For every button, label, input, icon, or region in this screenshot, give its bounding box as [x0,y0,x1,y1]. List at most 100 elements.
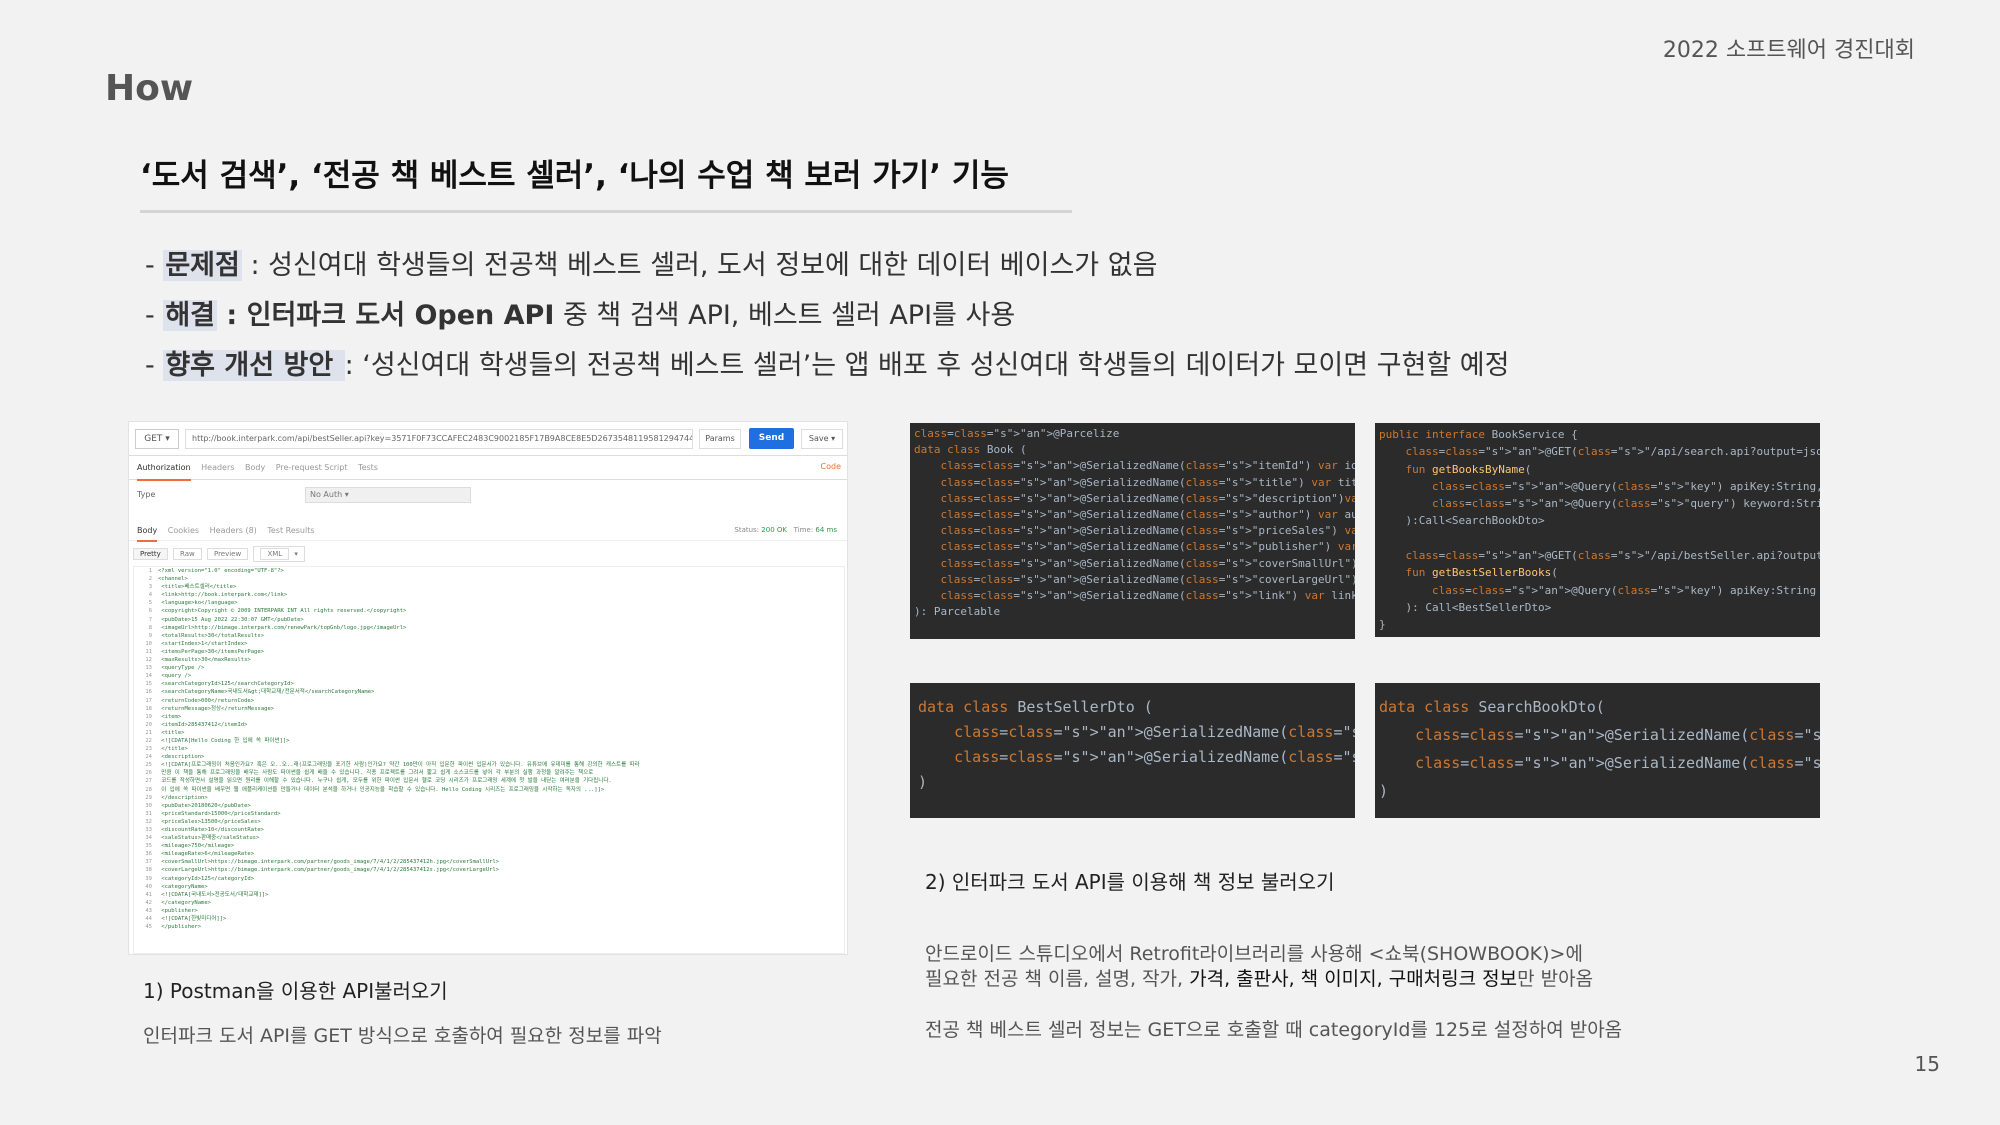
xml-text: <priceStandard>15000</priceStandard> [158,810,281,817]
line-number: 1 [148,568,152,574]
tab-pre-request-script[interactable]: Pre-request Script [276,457,348,479]
code-line: class=class="s">"an">@SerializedName(cla… [940,459,1356,473]
code-line: class=class="s">"an">@GET(class="s">"/ap… [1405,445,1821,459]
code-line: class=class="s">"an">@Query(class="s">"k… [1431,479,1820,493]
line-number: 8 [148,624,152,631]
xml-text: <query /> [158,673,192,680]
api-caption-title: 2) 인터파크 도서 API를 이용해 책 정보 불러오기 [925,870,1335,894]
xml-line: 31 <priceStandard>15000</priceStandard> [134,810,844,818]
xml-line: 36 <mileageRate>6</mileageRate> [134,850,844,858]
line-number: 28 [145,786,152,793]
tab-cookies[interactable]: Cookies [168,522,199,540]
line-number: 18 [145,705,152,712]
line-number: 16 [145,689,152,696]
raw-button[interactable]: Raw [173,548,202,560]
xml-line: 16 <searchCategoryName>국내도서&gt;대학교재/전문서적… [134,688,844,696]
preview-button[interactable]: Preview [206,548,249,560]
line-number: 35 [145,843,152,850]
xml-line: 34 <saleStatus>판매중</saleStatus> [134,834,844,842]
line-number: 15 [145,681,152,688]
url-input[interactable]: http://book.interpark.com/api/bestSeller… [185,429,693,449]
code-link[interactable]: Code [821,462,841,471]
code-line: class=class="s">"an">@SerializedName(cla… [1415,754,1820,772]
code-line: class=class="s">"an">@SerializedName(cla… [940,540,1356,554]
xml-line: 38 <coverLargeUrl>https://bimage.interpa… [134,866,844,874]
xml-text: <![CDATA[한빛미디어]]> [158,916,227,923]
xml-text: <copyright>Copyright © 2009 INTERPARK IN… [158,608,407,615]
xml-text: <totalResults>30</totalResults> [158,632,264,639]
line-number: 7 [148,616,152,623]
xml-response-body[interactable]: 1 <?xml version="1.0" encoding="UTF-8"?> 2… [133,566,845,954]
xml-line: 33 <discountRate>10</discountRate> [134,826,844,834]
request-tabs: Authorization Headers Body Pre-request S… [129,457,847,481]
params-button[interactable]: Params [699,429,741,449]
send-button[interactable]: Send [749,428,794,449]
line-number: 10 [145,640,152,647]
line-number: 11 [145,648,152,655]
tab-test-results[interactable]: Test Results [267,522,314,540]
pretty-button[interactable]: Pretty [133,548,168,560]
code-line: class=class="s">"an">@SerializedName(cla… [940,491,1356,505]
xml-line: 28 이 입에 쏙 파이썬을 배우면 웹 애플리케이션을 만들거나 데이터 분석… [134,786,844,794]
xml-text: <priceSales>13500</priceSales> [158,818,261,825]
tab-tests[interactable]: Tests [358,457,378,479]
line-number: 39 [145,875,152,882]
line-number: 23 [145,746,152,753]
xml-line: 22 <![CDATA[Hello Coding 한 입에 쏙 파이썬]]> [134,737,844,745]
xml-text: <categoryName> [158,883,208,890]
bullet-tag: 해결 [163,300,218,331]
code-line: data class Book ( [914,443,1027,457]
xml-line: 3 <title>베스트셀러</title> [134,583,844,591]
tab-response-body[interactable]: Body [137,522,158,542]
xml-text: <link>http://book.interpark.com</link> [158,592,288,599]
tab-response-headers[interactable]: Headers (8) [210,522,257,540]
xml-text: <mileage>750</mileage> [158,843,235,850]
method-select[interactable]: GET ▾ [135,429,179,449]
xml-text: <![CDATA[프로그래밍이 처음인가요? 혹은 오..오..래(프로그래밍을… [158,762,640,769]
xml-text: <categoryId>125</categoryId> [158,875,255,882]
line-number: 38 [145,867,152,874]
save-button[interactable]: Save ▾ [801,429,843,449]
format-select[interactable]: XML ▾ [253,546,305,562]
line-number: 41 [145,891,152,898]
xml-line: 41 <![CDATA[국내도서>전공도서/대학교재]]> [134,891,844,899]
bullet-text: : ‘성신여대 학생들의 전공책 베스트 셀러’는 앱 배포 후 성신여대 학생… [344,350,1510,381]
xml-line: 42 </categoryName> [134,899,844,907]
xml-line: 40 <categoryName> [134,883,844,891]
xml-text: <searchCategoryId>125</searchCategoryId> [158,681,294,688]
bullet-text: 중 책 검색 API, 베스트 셀러 API를 사용 [554,300,1016,331]
xml-line: 26 만큼 이 책을 통해 프로그래밍을 배우는 사람도 파이썬을 쉽게 배울 … [134,769,844,777]
code-line: class=class="s">"an">@SerializedName(cla… [954,723,1355,741]
line-number: 36 [145,851,152,858]
xml-line: 44 <![CDATA[한빛미디어]]> [134,915,844,923]
code-line: } [1379,618,1386,632]
xml-line: 6 <copyright>Copyright © 2009 INTERPARK … [134,607,844,615]
code-line: public interface BookService { [1379,428,1578,441]
line-number: 32 [145,818,152,825]
auth-type-label: Type [137,490,156,499]
bullet-tag: 향후 개선 방안 [163,350,345,381]
line-number: 12 [145,657,152,664]
xml-line: 18 <returnMessage>정상</returnMessage> [134,705,844,713]
auth-type-select[interactable]: No Auth ▾ [305,487,471,503]
xml-line: 2 <channel> [134,575,844,583]
line-number: 37 [145,859,152,866]
line-number: 19 [145,713,152,720]
code-line: class=class="s">"an">@SerializedName(cla… [1415,726,1820,744]
heading-divider [140,210,1072,213]
xml-text: <pubDate>15 Aug 2022 22:30:07 GMT</pubDa… [158,616,304,623]
tab-headers[interactable]: Headers [201,457,234,479]
line-number: 33 [145,827,152,833]
code-line: ):Call<SearchBookDto> [1379,514,1545,528]
xml-text: <queryType /> [158,665,205,672]
bullet-text: : 성신여대 학생들의 전공책 베스트 셀러, 도서 정보에 대한 데이터 베이… [241,250,1158,281]
tab-body[interactable]: Body [245,457,265,479]
xml-line: 13 <queryType /> [134,664,844,672]
line-number: 31 [145,810,152,817]
xml-line: 27 코드를 작성하면서 설명을 읽으면 원리를 이해할 수 있습니다. 누구나… [134,777,844,785]
code-line: ) [918,773,928,791]
postman-screenshot: GET ▾ http://book.interpark.com/api/best… [128,421,848,955]
bullet-dash: - [145,350,164,381]
xml-line: 1 <?xml version="1.0" encoding="UTF-8"?> [134,567,844,575]
tab-authorization[interactable]: Authorization [137,457,191,481]
